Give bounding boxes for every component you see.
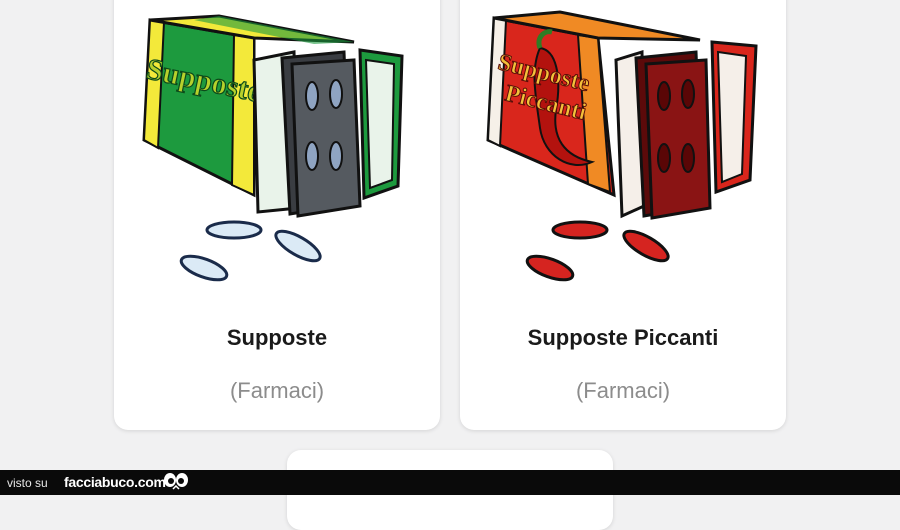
watermark-site-logo: facciabuco.com	[64, 474, 166, 490]
watermark-bar: visto su facciabuco.com	[0, 470, 900, 495]
product-card-supposte[interactable]: Supposte Supposte (Farmaci)	[114, 0, 440, 430]
product-title[interactable]: Supposte Piccanti	[460, 325, 786, 351]
product-category[interactable]: (Farmaci)	[114, 378, 440, 404]
supposte-piccanti-box-illustration: Supposte Piccanti	[486, 10, 758, 282]
supposte-box-illustration: Supposte	[142, 14, 404, 282]
product-title[interactable]: Supposte	[114, 325, 440, 351]
loose-pills-red	[525, 220, 670, 282]
product-category[interactable]: (Farmaci)	[460, 378, 786, 404]
product-card-supposte-piccanti[interactable]: Supposte Piccanti Supposte Piccanti (Far…	[460, 0, 786, 430]
watermark-prefix: visto su	[7, 476, 48, 490]
eyes-icon	[164, 473, 188, 490]
loose-pills	[179, 220, 322, 282]
